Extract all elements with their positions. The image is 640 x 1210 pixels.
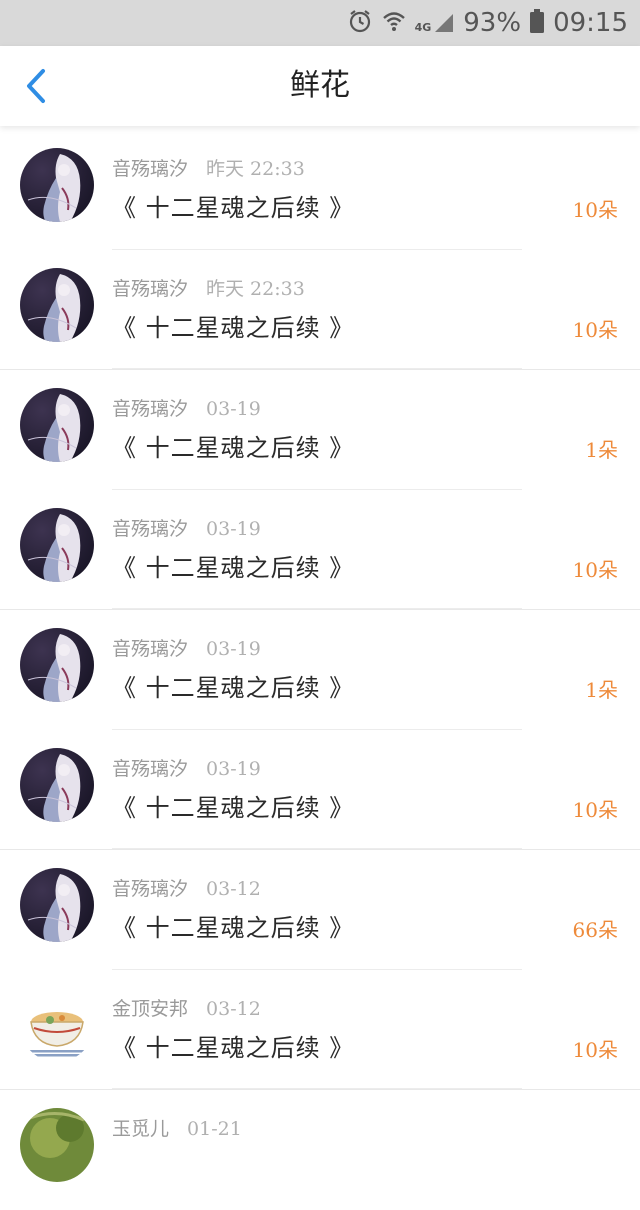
book-title[interactable]: 《 十二星魂之后续 》: [112, 188, 354, 223]
flower-count: 10朵: [572, 1037, 618, 1062]
timestamp: 03-19: [206, 517, 261, 540]
avatar[interactable]: [20, 507, 94, 582]
username: 音殇璃汐: [112, 398, 189, 420]
network-type: 4G: [414, 21, 432, 34]
item-meta: 音殇璃汐 03-19: [112, 634, 261, 661]
battery-percent: 93%: [463, 8, 522, 38]
username: 音殇璃汐: [112, 158, 189, 180]
nav-bar: 鲜花: [0, 46, 640, 126]
book-title[interactable]: 《 十二星魂之后续 》: [112, 1028, 354, 1063]
item-meta: 音殇璃汐 03-12: [112, 874, 261, 901]
chevron-left-icon: [27, 69, 45, 103]
list-item[interactable]: 音殇璃汐 03-19 《 十二星魂之后续 》 10朵: [0, 489, 640, 609]
timestamp: 01-21: [187, 1118, 242, 1140]
battery-icon: [529, 8, 545, 38]
book-title[interactable]: 《 十二星魂之后续 》: [112, 668, 354, 703]
flower-count: 10朵: [572, 557, 618, 582]
avatar[interactable]: [20, 388, 94, 462]
user-avatar-image: [20, 1108, 94, 1182]
flower-count: 66朵: [572, 918, 618, 942]
avatar[interactable]: [20, 1108, 94, 1182]
status-bar: 4G 93% 09:15: [0, 0, 640, 46]
status-icons: 4G 93% 09:15: [347, 6, 628, 40]
clock: 09:15: [553, 8, 628, 38]
book-title[interactable]: 《 十二星魂之后续 》: [112, 908, 354, 943]
avatar[interactable]: [20, 267, 94, 342]
wifi-icon: [381, 8, 407, 38]
page-title: 鲜花: [290, 68, 350, 103]
timestamp: 03-19: [206, 638, 261, 660]
flower-count: 10朵: [572, 317, 618, 342]
user-avatar-image: [20, 868, 94, 942]
alarm-icon: [347, 8, 373, 38]
username: 音殇璃汐: [112, 878, 189, 900]
timestamp: 昨天 22:33: [206, 277, 305, 300]
book-title[interactable]: 《 十二星魂之后续 》: [112, 788, 354, 823]
username: 玉觅儿: [112, 1118, 170, 1140]
username: 音殇璃汐: [112, 277, 189, 300]
book-title[interactable]: 《 十二星魂之后续 》: [112, 548, 354, 583]
user-avatar-image: [20, 388, 94, 462]
cellular-signal-icon: 4G: [415, 12, 456, 34]
item-meta: 音殇璃汐 03-19: [112, 514, 261, 541]
list-item[interactable]: 音殇璃汐 03-19 《 十二星魂之后续 》 1朵: [0, 369, 640, 490]
timestamp: 03-19: [206, 398, 261, 420]
back-button[interactable]: [14, 64, 58, 108]
user-avatar-image: [20, 987, 94, 1062]
list-item[interactable]: 金顶安邦 03-12 《 十二星魂之后续 》 10朵: [0, 969, 640, 1089]
item-meta: 玉觅儿 01-21: [112, 1114, 242, 1141]
list-item[interactable]: 音殇璃汐 03-19 《 十二星魂之后续 》 10朵: [0, 729, 640, 849]
user-avatar-image: [20, 628, 94, 702]
flower-count: 1朵: [585, 678, 618, 702]
user-avatar-image: [20, 148, 94, 222]
flower-record-list: 音殇璃汐 昨天 22:33 《 十二星魂之后续 》 10朵 音殇璃汐 昨天 22:33 《…: [0, 130, 640, 1210]
avatar[interactable]: [20, 868, 94, 942]
list-item[interactable]: 玉觅儿 01-21: [0, 1089, 640, 1210]
list-item[interactable]: 音殇璃汐 03-19 《 十二星魂之后续 》 1朵: [0, 609, 640, 730]
user-avatar-image: [20, 747, 94, 822]
username: 音殇璃汐: [112, 757, 189, 780]
flower-count: 10朵: [572, 797, 618, 822]
user-avatar-image: [20, 267, 94, 342]
item-meta: 音殇璃汐 昨天 22:33: [112, 154, 305, 181]
avatar[interactable]: [20, 747, 94, 822]
username: 音殇璃汐: [112, 638, 189, 660]
item-meta: 音殇璃汐 03-19: [112, 394, 261, 421]
item-meta: 音殇璃汐 03-19: [112, 754, 261, 781]
avatar[interactable]: [20, 148, 94, 222]
timestamp: 昨天 22:33: [206, 158, 305, 180]
timestamp: 03-19: [206, 757, 261, 780]
item-meta: 金顶安邦 03-12: [112, 994, 261, 1021]
timestamp: 03-12: [206, 997, 261, 1020]
timestamp: 03-12: [206, 878, 261, 900]
book-title[interactable]: 《 十二星魂之后续 》: [112, 428, 354, 463]
user-avatar-image: [20, 507, 94, 582]
username: 音殇璃汐: [112, 517, 189, 540]
list-item[interactable]: 音殇璃汐 昨天 22:33 《 十二星魂之后续 》 10朵: [0, 249, 640, 369]
flower-count: 10朵: [572, 198, 618, 222]
flower-count: 1朵: [585, 438, 618, 462]
avatar[interactable]: [20, 987, 94, 1062]
list-item[interactable]: 音殇璃汐 03-12 《 十二星魂之后续 》 66朵: [0, 849, 640, 970]
item-meta: 音殇璃汐 昨天 22:33: [112, 274, 305, 301]
book-title[interactable]: 《 十二星魂之后续 》: [112, 308, 354, 343]
avatar[interactable]: [20, 628, 94, 702]
list-item[interactable]: 音殇璃汐 昨天 22:33 《 十二星魂之后续 》 10朵: [0, 130, 640, 250]
username: 金顶安邦: [112, 997, 189, 1020]
